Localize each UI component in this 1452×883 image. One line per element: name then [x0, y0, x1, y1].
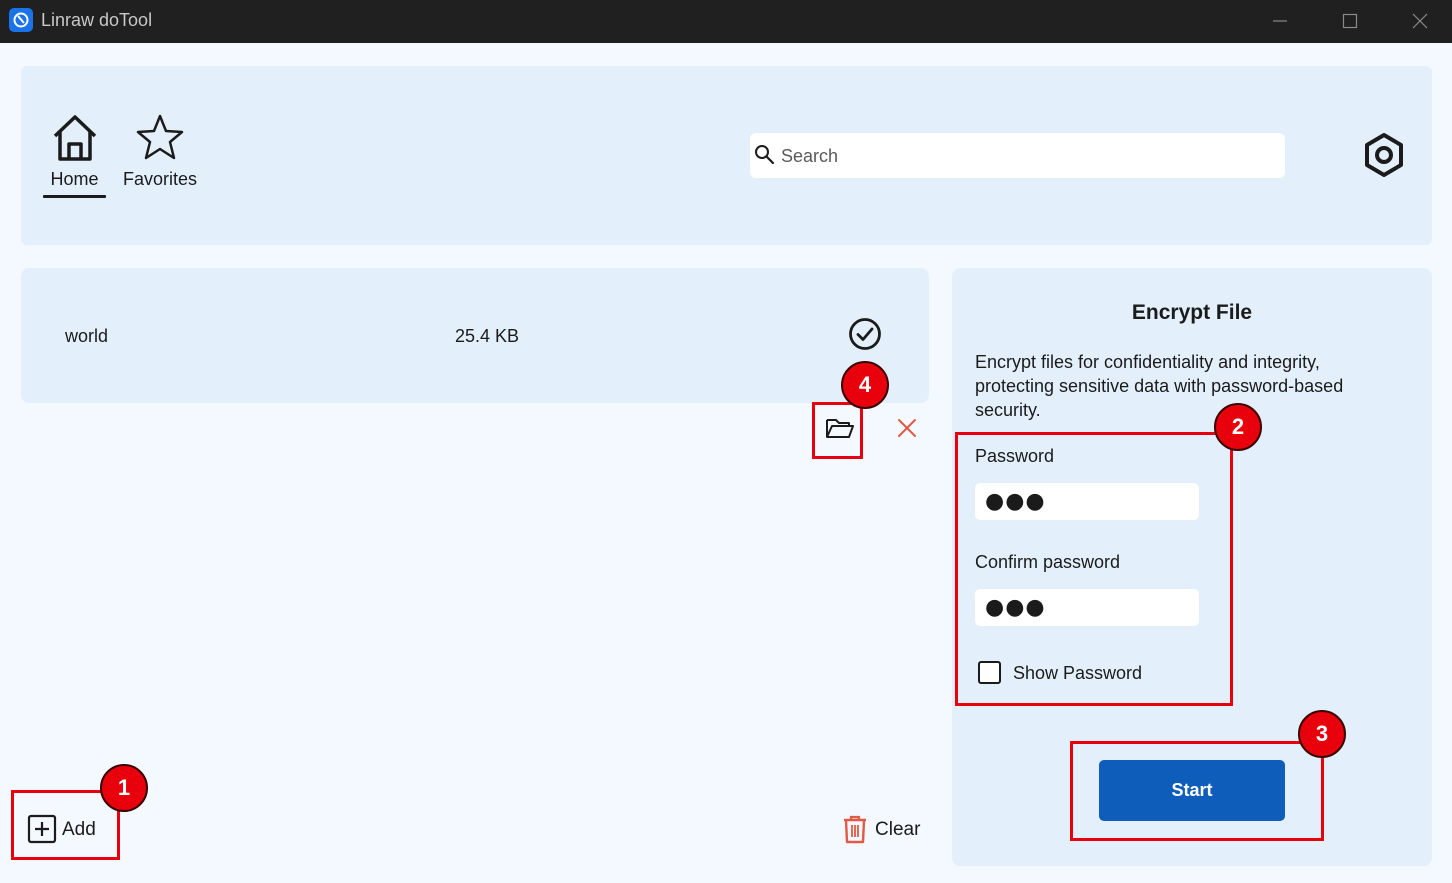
maximize-icon: [1342, 13, 1358, 29]
search-box[interactable]: [750, 133, 1285, 178]
close-icon: [1412, 13, 1428, 29]
search-icon: [755, 145, 775, 165]
clear-label: Clear: [875, 819, 921, 840]
nav-favorites-label: Favorites: [122, 169, 198, 189]
close-window-button[interactable]: [1385, 0, 1452, 43]
search-input[interactable]: [781, 143, 1271, 169]
nav-home[interactable]: Home: [43, 112, 106, 198]
annotation-box-password: [955, 432, 1233, 706]
panel-description: Encrypt files for confidentiality and in…: [975, 352, 1344, 420]
header-panel: Home Favorites: [21, 66, 1432, 245]
annotation-box-start: [1070, 741, 1324, 841]
annotation-badge-2: 2: [1214, 403, 1262, 451]
home-icon: [53, 115, 96, 161]
close-icon: [898, 419, 916, 437]
panel-title: Encrypt File: [1131, 301, 1253, 324]
minimize-button[interactable]: [1245, 0, 1315, 43]
nav-home-label: Home: [50, 169, 99, 189]
nav-favorites[interactable]: Favorites: [122, 112, 198, 192]
file-size: 25.4 KB: [455, 326, 520, 346]
trash-icon: [844, 815, 866, 844]
maximize-button[interactable]: [1315, 0, 1385, 43]
remove-file-button[interactable]: [895, 416, 919, 440]
annotation-box-folder: [812, 402, 863, 459]
star-icon: [136, 114, 184, 160]
check-circle-icon: [849, 318, 881, 350]
annotation-badge-3: 3: [1298, 710, 1346, 758]
settings-button[interactable]: [1360, 131, 1408, 179]
title-bar: Linraw doTool: [0, 0, 1452, 43]
file-name: world: [65, 326, 109, 346]
minimize-icon: [1273, 20, 1287, 22]
clear-list-button[interactable]: Clear: [842, 814, 922, 846]
annotation-badge-4: 4: [841, 361, 889, 409]
app-logo-icon: [9, 8, 33, 32]
annotation-badge-1: 1: [100, 764, 148, 812]
nav-active-indicator: [43, 195, 106, 198]
file-list-item[interactable]: world 25.4 KB: [21, 268, 929, 403]
window-title: Linraw doTool: [41, 10, 153, 30]
settings-gear-icon: [1365, 133, 1403, 177]
